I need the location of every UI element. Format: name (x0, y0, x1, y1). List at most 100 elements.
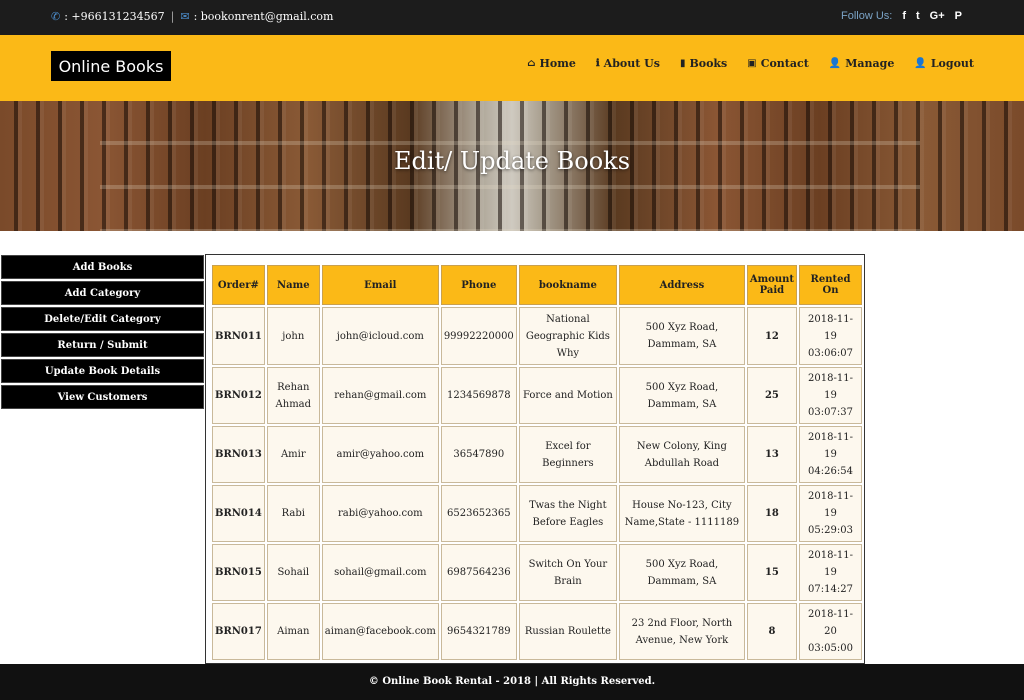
email-cell: john@icloud.com (321, 307, 439, 365)
nav-label: Home (539, 57, 576, 70)
follow-label: Follow Us: (840, 10, 893, 22)
email-cell: rehan@gmail.com (321, 367, 439, 424)
rented-on-cell: 2018-11-19 07:14:27 (799, 544, 862, 601)
nav-label: Manage (845, 57, 895, 70)
amount-cell: 12 (746, 307, 798, 365)
address-cell: New Colony, King Abdullah Road (618, 426, 745, 483)
bookname-cell: Force and Motion (518, 367, 617, 424)
address-cell: House No-123, City Name,State - 1111189 (618, 485, 745, 542)
info-icon: ℹ (595, 58, 600, 69)
add-category-button[interactable]: Add Category (1, 281, 204, 305)
return-submit-button[interactable]: Return / Submit (1, 333, 204, 357)
amount-cell: 15 (746, 544, 798, 601)
page-title: Edit/ Update Books (393, 147, 631, 175)
name-cell: Rabi (266, 485, 320, 542)
rented-on-cell: 2018-11-19 03:07:37 (799, 367, 862, 424)
name-cell: Amir (266, 426, 320, 483)
nav-books[interactable]: ▮ Books (680, 57, 727, 70)
nav-contact[interactable]: ▣ Contact (747, 57, 809, 70)
column-header-address: Address (618, 265, 745, 305)
phone-cell: 6987564236 (440, 544, 517, 601)
name-cell: Sohail (266, 544, 320, 601)
contact-info: ✆ : +966131234567 | ✉ : bookonrent@gmail… (51, 10, 333, 23)
phone-cell: 6523652365 (440, 485, 517, 542)
phone-cell: 1234569878 (440, 367, 517, 424)
update-book-details-button[interactable]: Update Book Details (1, 359, 204, 383)
order-id-cell: BRN012 (212, 367, 265, 424)
phone-cell: 9654321789 (440, 603, 517, 660)
table-row: BRN017 Aiman aiman@facebook.com 96543217… (212, 603, 862, 660)
pinterest-icon[interactable]: P (955, 10, 962, 22)
order-id-cell: BRN011 (212, 307, 265, 365)
rented-on-cell: 2018-11-19 04:26:54 (799, 426, 862, 483)
contact-card-icon: ▣ (747, 58, 757, 69)
bookname-cell: Excel for Beginners (518, 426, 617, 483)
rented-on-cell: 2018-11-20 03:05:00 (799, 603, 862, 660)
table-row: BRN013 Amir amir@yahoo.com 36547890 Exce… (212, 426, 862, 483)
phone-cell: 99992220000 (440, 307, 517, 365)
phone-cell: 36547890 (440, 426, 517, 483)
email-cell: sohail@gmail.com (321, 544, 439, 601)
column-header-email: Email (321, 265, 439, 305)
rented-on-cell: 2018-11-19 05:29:03 (799, 485, 862, 542)
envelope-icon: ✉ (180, 10, 190, 23)
user-icon: 👤 (914, 58, 927, 69)
amount-cell: 8 (746, 603, 798, 660)
view-customers-button[interactable]: View Customers (1, 385, 204, 409)
page-banner: Edit/ Update Books (0, 101, 1024, 231)
nav-logout[interactable]: 👤 Logout (914, 57, 974, 70)
column-header-amount-paid: Amount Paid (746, 265, 798, 305)
user-icon: 👤 (828, 58, 842, 69)
nav-label: Logout (930, 57, 974, 70)
book-icon: ▮ (679, 58, 686, 69)
nav-home[interactable]: ⌂ Home (527, 57, 576, 70)
order-id-cell: BRN013 (212, 426, 265, 483)
address-cell: 500 Xyz Road, Dammam, SA (618, 544, 745, 601)
name-cell: john (266, 307, 320, 365)
nav-about-us[interactable]: ℹ About Us (596, 57, 660, 70)
amount-cell: 18 (746, 485, 798, 542)
bookname-cell: Twas the Night Before Eagles (518, 485, 617, 542)
header: Online Books ⌂ Home ℹ About Us ▮ Books ▣ Con… (0, 35, 1024, 101)
table-row: BRN015 Sohail sohail@gmail.com 698756423… (212, 544, 862, 601)
order-id-cell: BRN015 (212, 544, 265, 601)
nav-label: Contact (760, 57, 809, 70)
google-plus-icon[interactable]: G+ (930, 10, 945, 22)
twitter-icon[interactable]: t (916, 10, 920, 22)
name-cell: Rehan Ahmad (266, 367, 320, 424)
divider: | (170, 10, 175, 23)
main-nav: ⌂ Home ℹ About Us ▮ Books ▣ Contact 👤 Manage … (527, 57, 974, 70)
admin-sidebar: Add Books Add Category Delete/Edit Categ… (1, 255, 204, 411)
top-bar: ✆ : +966131234567 | ✉ : bookonrent@gmail… (0, 0, 1024, 35)
amount-cell: 25 (746, 367, 798, 424)
phone-icon: ✆ (51, 10, 61, 23)
column-header-name: Name (266, 265, 320, 305)
facebook-icon[interactable]: f (902, 10, 906, 22)
column-header-bookname: bookname (518, 265, 617, 305)
order-id-cell: BRN014 (212, 485, 265, 542)
orders-table: Order# Name Email Phone bookname Address… (210, 263, 864, 662)
nav-manage[interactable]: 👤 Manage (829, 57, 895, 70)
add-books-button[interactable]: Add Books (1, 255, 204, 279)
footer: © Online Book Rental - 2018 | All Rights… (0, 664, 1024, 700)
logo[interactable]: Online Books (51, 51, 171, 81)
table-row: BRN011 john john@icloud.com 99992220000 … (212, 307, 862, 365)
email-cell: rabi@yahoo.com (321, 485, 439, 542)
email-cell: aiman@facebook.com (321, 603, 439, 660)
phone-number: : +966131234567 (64, 10, 165, 23)
rented-on-cell: 2018-11-19 03:06:07 (799, 307, 862, 365)
nav-label: Books (689, 57, 728, 70)
social-links: Follow Us: f t G+ P (841, 10, 962, 22)
name-cell: Aiman (266, 603, 320, 660)
amount-cell: 13 (746, 426, 798, 483)
table-header-row: Order# Name Email Phone bookname Address… (212, 265, 862, 305)
bookname-cell: National Geographic Kids Why (518, 307, 617, 365)
order-id-cell: BRN017 (212, 603, 265, 660)
bookname-cell: Russian Roulette (518, 603, 617, 660)
delete-edit-category-button[interactable]: Delete/Edit Category (1, 307, 204, 331)
home-icon: ⌂ (527, 58, 536, 69)
email-cell: amir@yahoo.com (321, 426, 439, 483)
address-cell: 23 2nd Floor, North Avenue, New York (618, 603, 745, 660)
column-header-rented-on: Rented On (799, 265, 862, 305)
bookname-cell: Switch On Your Brain (518, 544, 617, 601)
